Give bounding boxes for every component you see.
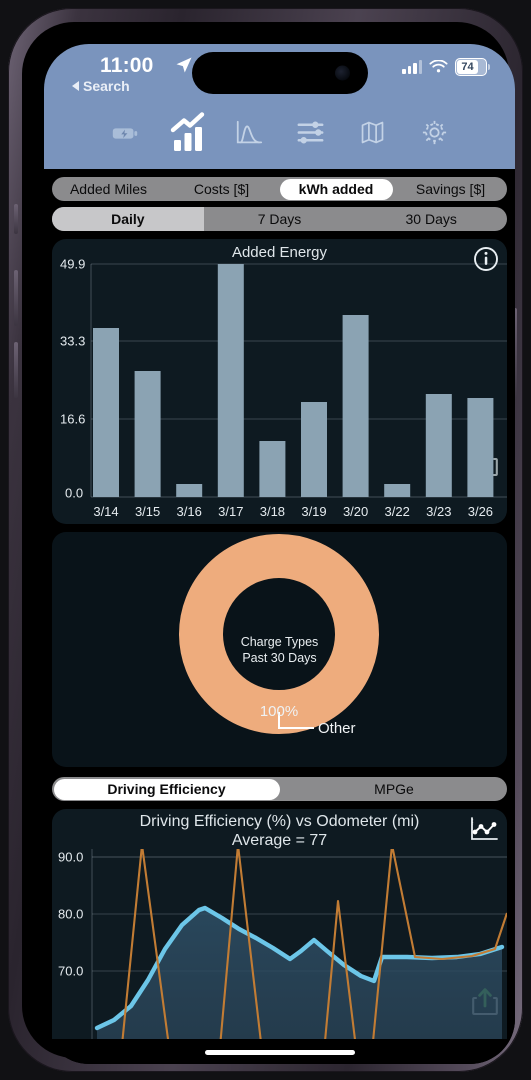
app-header: 11:00 74 Search (44, 44, 515, 169)
bar-xtick-8: 3/23 (426, 504, 452, 519)
home-indicator[interactable] (204, 1050, 355, 1055)
range-segmented-control[interactable]: Daily 7 Days 30 Days (52, 207, 507, 231)
gear-icon (422, 120, 447, 145)
battery-charging-icon (112, 127, 137, 139)
segment-costs[interactable]: Costs [$] (165, 177, 278, 201)
bar-ytick-2: 33.3 (60, 333, 86, 349)
phone-frame: 11:00 74 Search Added Miles Costs [$] kW… (8, 8, 523, 1072)
bar-xtick-4: 3/18 (259, 504, 286, 519)
efficiency-segmented-control[interactable]: Driving Efficiency MPGe (52, 777, 507, 801)
metric-segmented-control[interactable]: Added Miles Costs [$] kWh added Savings … (52, 177, 507, 201)
map-icon (361, 121, 384, 144)
bar-xtick-2: 3/16 (176, 504, 202, 519)
dynamic-island (191, 52, 368, 94)
donut-legend-other: Other (318, 720, 356, 737)
line-chart-plot (91, 849, 507, 1039)
volume-up-button[interactable] (14, 270, 18, 326)
toolbar-item-settings-sliders[interactable] (280, 103, 342, 163)
toolbar-item-preferences[interactable] (404, 103, 466, 163)
phone-bezel: 11:00 74 Search Added Miles Costs [$] kW… (22, 22, 515, 1064)
bar-xtick-3: 3/17 (218, 504, 244, 519)
wifi-icon (429, 60, 448, 73)
back-link-label: Search (83, 78, 130, 94)
line-ytick-2: 90.0 (58, 849, 84, 865)
bar-xtick-5: 3/19 (301, 504, 327, 519)
battery-icon: 74 (455, 58, 490, 76)
location-arrow-icon (176, 57, 192, 73)
segment-mpge[interactable]: MPGe (281, 777, 507, 801)
segment-7-days[interactable]: 7 Days (204, 207, 356, 231)
bar-xtick-0: 3/14 (93, 504, 119, 519)
sliders-icon (297, 121, 324, 144)
bar-xtick-7: 3/22 (384, 504, 410, 519)
phone-screen: 11:00 74 Search Added Miles Costs [$] kW… (44, 44, 515, 1064)
bar-chart-icon (170, 111, 204, 151)
toolbar-item-distribution[interactable] (218, 103, 280, 163)
line-ytick-1: 80.0 (58, 906, 84, 922)
bar-ytick-1: 16.6 (60, 411, 86, 427)
battery-level-label: 74 (457, 60, 478, 74)
volume-down-button[interactable] (14, 342, 18, 398)
bar-chart-plot (90, 263, 507, 498)
bar-xtick-6: 3/20 (342, 504, 369, 519)
segment-daily[interactable]: Daily (52, 207, 204, 231)
line-ytick-0: 70.0 (58, 963, 84, 979)
toolbar-item-charts[interactable] (156, 103, 218, 163)
front-camera (334, 65, 350, 81)
toolbar-item-map[interactable] (342, 103, 404, 163)
charge-types-card: Charge Types Past 30 Days 100% Other (52, 532, 507, 767)
back-chevron-icon (72, 81, 79, 91)
status-bar-indicators: 74 (402, 58, 490, 76)
segment-driving-efficiency[interactable]: Driving Efficiency (53, 778, 280, 800)
mute-switch[interactable] (14, 204, 18, 234)
back-to-search-link[interactable]: Search (72, 78, 130, 94)
bar-xtick-1: 3/15 (134, 504, 161, 519)
screenshot-stage: 11:00 74 Search Added Miles Costs [$] kW… (0, 0, 531, 1080)
driving-efficiency-card: Driving Efficiency (%) vs Odometer (mi) … (52, 809, 507, 1039)
bar-xtick-9: 3/26 (467, 504, 494, 519)
bar-ytick-0: 0.0 (65, 485, 84, 501)
donut-value-label: 100% (259, 703, 299, 720)
segment-added-miles[interactable]: Added Miles (52, 177, 165, 201)
status-bar-time: 11:00 (100, 54, 154, 77)
bar-ytick-3: 49.9 (60, 256, 86, 272)
app-body: Added Miles Costs [$] kWh added Savings … (44, 169, 515, 1064)
segment-savings[interactable]: Savings [$] (394, 177, 507, 201)
cellular-signal-icon (402, 60, 422, 74)
segment-kwh-added[interactable]: kWh added (279, 178, 393, 200)
distribution-curve-icon (236, 120, 262, 143)
toolbar-item-battery[interactable] (94, 103, 156, 163)
added-energy-card: Added Energy 49.9 33.3 16.6 0.0 3/14 3/1… (52, 239, 507, 524)
app-toolbar (44, 96, 515, 169)
segment-30-days[interactable]: 30 Days (355, 207, 507, 231)
donut-center-label: Charge Types Past 30 Days (240, 634, 319, 665)
